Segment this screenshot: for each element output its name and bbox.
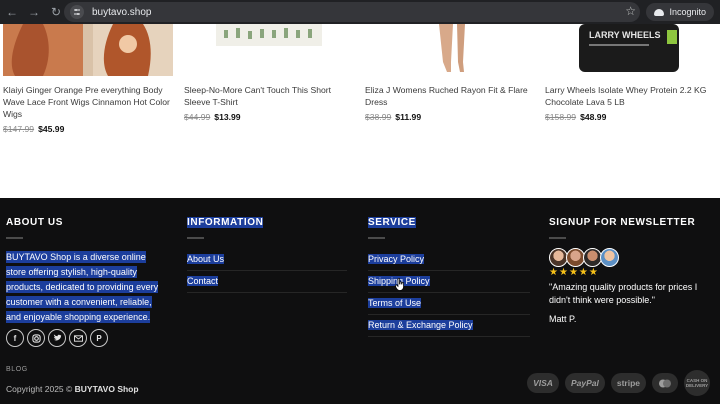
product-card[interactable]: LARRY WHEELS Larry Wheels Isolate Whey P… bbox=[545, 24, 717, 122]
star-icon: ★ bbox=[568, 267, 578, 278]
service-column: SERVICE Privacy Policy Shipping Policy T… bbox=[368, 216, 530, 337]
star-icon: ★ bbox=[558, 267, 568, 278]
product-price: $158.99 $48.99 bbox=[545, 112, 717, 122]
sale-price: $13.99 bbox=[214, 112, 241, 122]
divider bbox=[6, 237, 23, 239]
star-icon: ★ bbox=[588, 267, 598, 278]
sale-price: $48.99 bbox=[580, 112, 607, 122]
credit-card-icon bbox=[652, 373, 678, 393]
rating-stars: ★ ★ ★ ★ ★ bbox=[549, 268, 709, 278]
browser-toolbar: ← → ↻ buytavo.shop ☆ Incognito bbox=[0, 0, 720, 24]
service-title: SERVICE bbox=[368, 217, 416, 228]
incognito-label: Incognito bbox=[669, 7, 706, 17]
divider bbox=[549, 237, 566, 239]
incognito-icon bbox=[654, 8, 665, 16]
newsletter-column: SIGNUP FOR NEWSLETTER ★ ★ ★ ★ ★ "Amazing… bbox=[549, 216, 709, 324]
product-grid: Klaiyi Ginger Orange Pre everything Body… bbox=[0, 24, 720, 198]
forward-arrow-icon[interactable]: → bbox=[24, 2, 44, 22]
product-image[interactable] bbox=[3, 24, 173, 76]
about-description: BUYTAVO Shop is a diverse online store o… bbox=[6, 251, 159, 323]
stripe-icon: stripe bbox=[610, 373, 646, 393]
testimonial-author: Matt P. bbox=[549, 314, 577, 324]
product-image[interactable] bbox=[184, 24, 354, 76]
payment-methods: VISA PayPal stripe CASH ON DELIVERY bbox=[527, 370, 710, 396]
testimonial-quote: "Amazing quality products for prices I d… bbox=[549, 282, 698, 305]
old-price: $147.99 bbox=[3, 124, 35, 134]
about-column: ABOUT US BUYTAVO Shop is a diverse onlin… bbox=[6, 216, 176, 347]
instagram-icon[interactable] bbox=[27, 329, 45, 347]
email-icon[interactable] bbox=[69, 329, 87, 347]
hand-pointer-icon bbox=[395, 277, 405, 296]
sale-price: $11.99 bbox=[395, 112, 422, 122]
privacy-policy-link[interactable]: Privacy Policy bbox=[368, 249, 530, 271]
twitter-icon[interactable] bbox=[48, 329, 66, 347]
address-bar[interactable]: buytavo.shop bbox=[64, 2, 640, 22]
avatar bbox=[600, 248, 619, 267]
product-card[interactable]: Eliza J Womens Ruched Rayon Fit & Flare … bbox=[365, 24, 537, 122]
shipping-policy-link[interactable]: Shipping Policy bbox=[368, 271, 530, 293]
product-title[interactable]: Eliza J Womens Ruched Rayon Fit & Flare … bbox=[365, 84, 537, 108]
product-price: $147.99 $45.99 bbox=[3, 124, 175, 134]
information-column: INFORMATION About Us Contact bbox=[187, 216, 347, 293]
paypal-icon: PayPal bbox=[564, 373, 605, 393]
divider bbox=[368, 237, 385, 239]
information-title: INFORMATION bbox=[187, 217, 264, 228]
information-links: About Us Contact bbox=[187, 249, 347, 293]
back-arrow-icon[interactable]: ← bbox=[2, 2, 22, 22]
star-icon: ★ bbox=[549, 267, 558, 278]
product-price: $38.99 $11.99 bbox=[365, 112, 537, 122]
star-icon: ★ bbox=[578, 267, 588, 278]
about-us-link[interactable]: About Us bbox=[187, 249, 347, 271]
product-title[interactable]: Klaiyi Ginger Orange Pre everything Body… bbox=[3, 84, 175, 120]
social-links: f P bbox=[6, 329, 176, 347]
reload-icon[interactable]: ↻ bbox=[46, 2, 66, 22]
product-label-text: LARRY WHEELS bbox=[589, 30, 661, 40]
product-card[interactable]: Sleep-No-More Can't Touch This Short Sle… bbox=[184, 24, 356, 122]
pinterest-icon[interactable]: P bbox=[90, 329, 108, 347]
divider bbox=[187, 237, 204, 239]
blog-link[interactable]: BLOG bbox=[6, 366, 28, 373]
contact-link[interactable]: Contact bbox=[187, 271, 347, 293]
product-image[interactable]: LARRY WHEELS bbox=[545, 24, 715, 76]
customer-avatars bbox=[549, 248, 709, 267]
old-price: $38.99 bbox=[365, 112, 392, 122]
incognito-badge[interactable]: Incognito bbox=[646, 3, 714, 21]
bookmark-star-icon[interactable]: ☆ bbox=[625, 4, 636, 18]
cash-on-delivery-icon: CASH ON DELIVERY bbox=[684, 370, 710, 396]
site-footer: ABOUT US BUYTAVO Shop is a diverse onlin… bbox=[0, 198, 720, 404]
visa-icon: VISA bbox=[527, 373, 559, 393]
old-price: $158.99 bbox=[545, 112, 577, 122]
terms-of-use-link[interactable]: Terms of Use bbox=[368, 293, 530, 315]
sale-price: $45.99 bbox=[38, 124, 65, 134]
product-price: $44.99 $13.99 bbox=[184, 112, 356, 122]
about-title: ABOUT US bbox=[6, 217, 64, 228]
old-price: $44.99 bbox=[184, 112, 211, 122]
service-links: Privacy Policy Shipping Policy Terms of … bbox=[368, 249, 530, 337]
product-title[interactable]: Sleep-No-More Can't Touch This Short Sle… bbox=[184, 84, 356, 108]
product-card[interactable]: Klaiyi Ginger Orange Pre everything Body… bbox=[3, 24, 175, 134]
copyright: Copyright 2025 © BUYTAVO Shop bbox=[6, 384, 139, 394]
return-exchange-policy-link[interactable]: Return & Exchange Policy bbox=[368, 315, 530, 337]
product-image[interactable] bbox=[365, 24, 535, 76]
newsletter-title: SIGNUP FOR NEWSLETTER bbox=[549, 217, 696, 228]
url-text: buytavo.shop bbox=[92, 6, 152, 18]
facebook-icon[interactable]: f bbox=[6, 329, 24, 347]
product-title[interactable]: Larry Wheels Isolate Whey Protein 2.2 KG… bbox=[545, 84, 717, 108]
site-settings-icon[interactable] bbox=[70, 5, 84, 19]
